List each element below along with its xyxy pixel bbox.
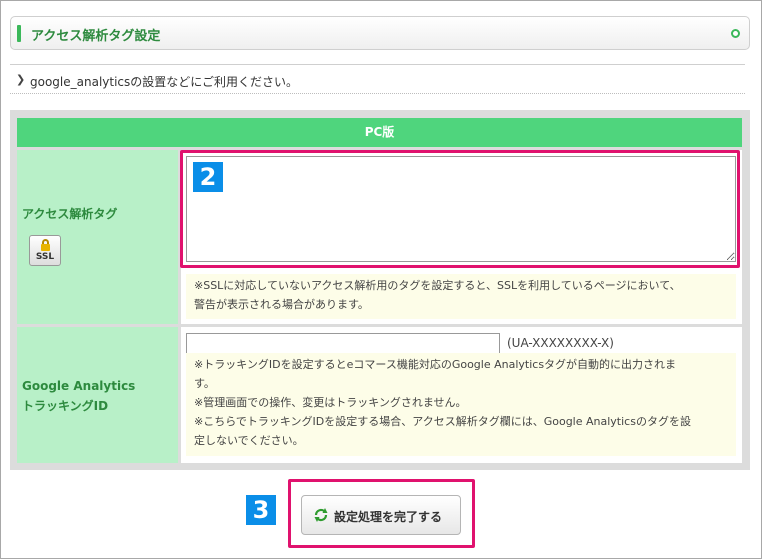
note-line: す。 xyxy=(194,377,215,390)
step-marker-2: 2 xyxy=(193,162,223,192)
info-text: google_analyticsの設置などにご利用ください。 xyxy=(30,75,299,89)
section-header: アクセス解析タグ設定 xyxy=(10,16,750,50)
page-title: アクセス解析タグ設定 xyxy=(31,29,161,44)
table-heading: PC版 xyxy=(17,118,742,147)
note-line: 定しないでください。 xyxy=(194,434,304,447)
tracking-id-input[interactable] xyxy=(186,333,500,354)
tracking-id-input-cell: (UA-XXXXXXXX-X) ※トラッキングIDを設定するとeコマース機能対応… xyxy=(181,327,742,463)
ssl-badge: SSL xyxy=(29,235,61,266)
circle-icon xyxy=(731,29,740,38)
note-line: ※トラッキングIDを設定するとeコマース機能対応のGoogle Analytic… xyxy=(194,358,677,371)
header-accent-bar xyxy=(17,25,21,42)
note-line: ※管理画面での操作、変更はトラッキングされません。 xyxy=(194,396,467,409)
tracking-id-label-cell: Google Analytics トラッキングID xyxy=(17,327,178,463)
note-line: ※SSLに対応していないアクセス解析用のタグを設定すると、SSLを利用しているペ… xyxy=(194,279,681,292)
tracking-id-label-line2: トラッキングID xyxy=(22,399,109,413)
access-tag-label-cell: アクセス解析タグ SSL xyxy=(17,150,178,324)
note-line: ※こちらでトラッキングIDを設定する場合、アクセス解析タグ欄には、Google … xyxy=(194,415,691,428)
ssl-badge-text: SSL xyxy=(35,252,55,262)
ssl-warning-note: ※SSLに対応していないアクセス解析用のタグを設定すると、SSLを利用しているペ… xyxy=(186,274,736,319)
note-line: 警告が表示される場合があります。 xyxy=(194,298,369,311)
tracking-id-format-hint: (UA-XXXXXXXX-X) xyxy=(507,336,614,350)
tracking-id-notes: ※トラッキングIDを設定するとeコマース機能対応のGoogle Analytic… xyxy=(186,353,736,456)
chevron-right-icon: ❯ xyxy=(16,73,26,86)
tracking-id-label-line1: Google Analytics xyxy=(22,379,136,393)
refresh-icon xyxy=(314,508,328,522)
lock-icon xyxy=(41,239,50,251)
complete-settings-button[interactable]: 設定処理を完了する xyxy=(301,495,461,535)
complete-settings-button-label: 設定処理を完了する xyxy=(334,510,443,524)
highlight-box-textarea xyxy=(180,150,740,268)
access-tag-label: アクセス解析タグ xyxy=(22,207,118,221)
step-marker-3: 3 xyxy=(246,495,276,525)
info-line: ❯ google_analyticsの設置などにご利用ください。 xyxy=(10,64,745,94)
